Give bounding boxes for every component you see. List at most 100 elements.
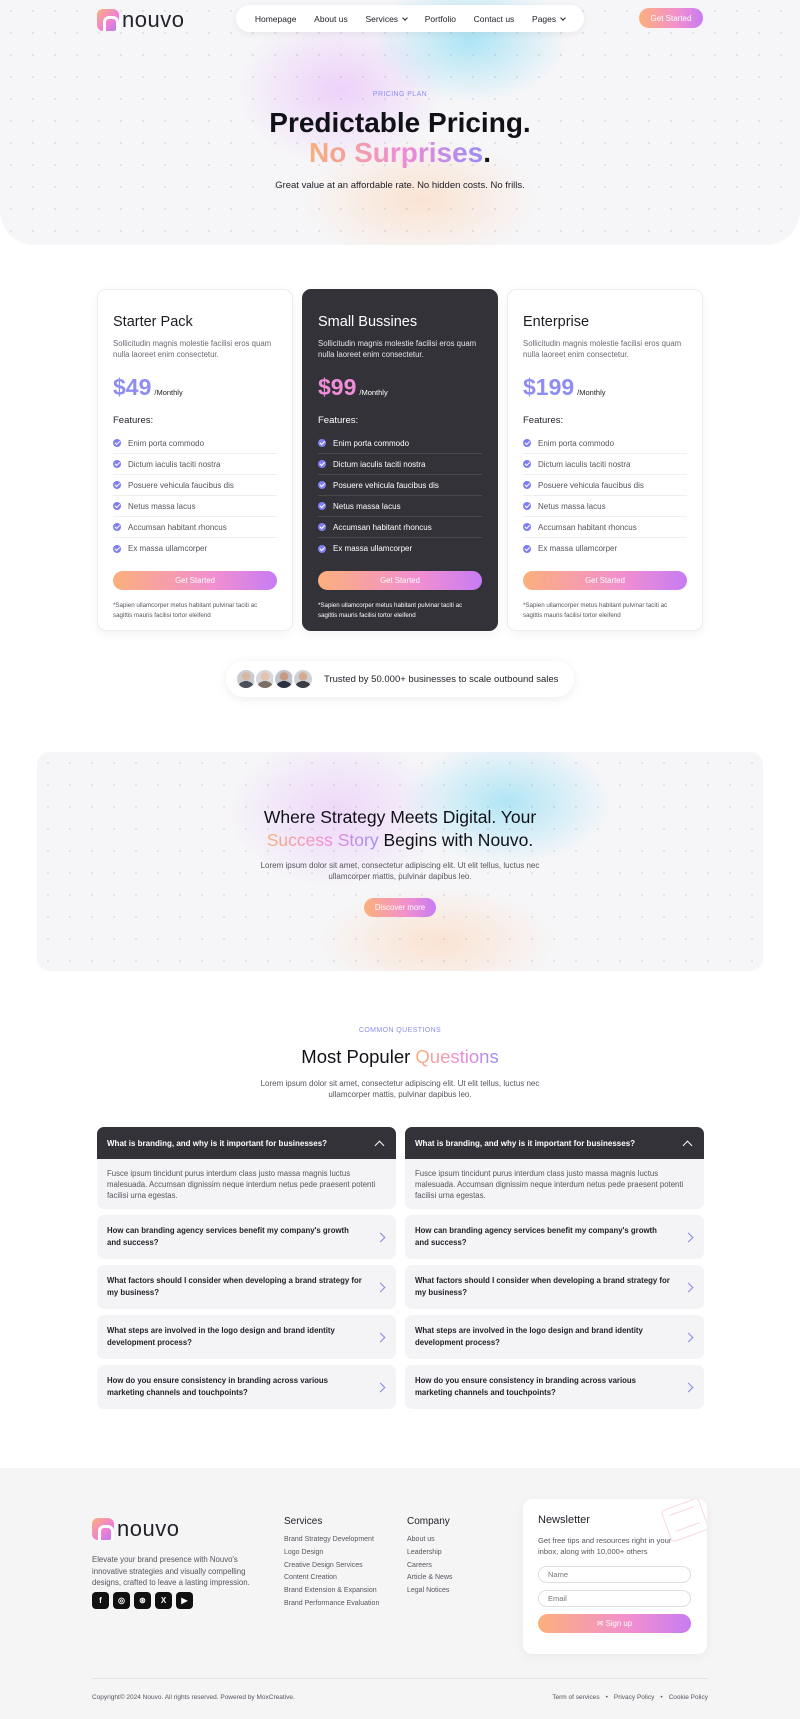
- features-heading: Features:: [113, 415, 154, 426]
- chevron-down-icon: [560, 14, 566, 21]
- dribbble-icon[interactable]: ⊛: [134, 1592, 151, 1609]
- footer-logo[interactable]: nouvo: [92, 1516, 179, 1542]
- feature-item: Posuere vehicula faucibus dis: [113, 475, 277, 496]
- chevron-up-icon: [682, 1140, 693, 1150]
- feature-item: Ex massa ullamcorper: [113, 538, 277, 559]
- faq-item[interactable]: What factors should I consider when deve…: [97, 1265, 396, 1309]
- header-logo[interactable]: nouvo: [97, 7, 184, 33]
- footer-link[interactable]: Brand Strategy Development: [284, 1536, 379, 1549]
- features-heading: Features:: [318, 415, 359, 426]
- footer-link[interactable]: Brand Extension & Expansion: [284, 1587, 379, 1600]
- plan-note: *Sapien ullamcorper metus habitant pulvi…: [523, 602, 668, 619]
- cta-banner: Where Strategy Meets Digital. Your Succe…: [37, 752, 763, 971]
- title-highlight: No Surprises: [308, 137, 484, 168]
- footer-services: Services Brand Strategy Development Logo…: [284, 1516, 379, 1613]
- check-icon: [523, 502, 531, 510]
- feature-item: Ex massa ullamcorper: [318, 538, 482, 559]
- plan-get-started-button[interactable]: Get Started: [318, 571, 482, 590]
- faq-open-question[interactable]: What is branding, and why is it importan…: [97, 1127, 396, 1159]
- email-field[interactable]: [538, 1590, 691, 1607]
- footer-link[interactable]: Creative Design Services: [284, 1562, 379, 1575]
- footer-link[interactable]: Brand Performance Evaluation: [284, 1600, 379, 1613]
- feature-item: Accumsan habitant rhoncus: [318, 517, 482, 538]
- feature-item: Enim porta commodo: [318, 433, 482, 454]
- footer-link[interactable]: Careers: [407, 1562, 453, 1575]
- check-icon: [318, 502, 326, 510]
- legal-links: Term of services • Privacy Policy • Cookie…: [552, 1694, 708, 1701]
- privacy-link[interactable]: Privacy Policy: [614, 1694, 654, 1701]
- footer-link[interactable]: Logo Design: [284, 1549, 379, 1562]
- trust-badge: Trusted by 50.000+ businesses to scale o…: [226, 661, 574, 697]
- faq-item[interactable]: How can branding agency services benefit…: [405, 1215, 704, 1259]
- check-icon: [113, 481, 121, 489]
- price-period: /Monthly: [359, 388, 388, 397]
- facebook-icon[interactable]: f: [92, 1592, 109, 1609]
- chevron-right-icon: [683, 1232, 694, 1242]
- discover-more-button[interactable]: Discover more: [364, 898, 436, 917]
- nav-item-contact[interactable]: Contact us: [474, 14, 515, 24]
- footer-link[interactable]: Leadership: [407, 1549, 453, 1562]
- check-icon: [523, 523, 531, 531]
- price-period: /Monthly: [154, 388, 183, 397]
- plan-description: Sollicitudin magnis molestie facilisi er…: [523, 339, 682, 359]
- social-links: f ◎ ⊛ X ▶: [92, 1592, 193, 1609]
- faq-item[interactable]: How can branding agency services benefit…: [97, 1215, 396, 1259]
- pricing-card-starter: Starter Pack Sollicitudin magnis molesti…: [97, 289, 293, 631]
- instagram-icon[interactable]: ◎: [113, 1592, 130, 1609]
- check-icon: [113, 502, 121, 510]
- faq-item[interactable]: How do you ensure consistency in brandin…: [97, 1365, 396, 1409]
- faq-title-highlight: Questions: [415, 1046, 499, 1067]
- check-icon: [318, 481, 326, 489]
- header-get-started-button[interactable]: Get Started: [639, 8, 703, 28]
- plan-price: $99 /Monthly: [318, 374, 482, 401]
- nav-item-about[interactable]: About us: [314, 14, 348, 24]
- terms-link[interactable]: Term of services: [552, 1694, 599, 1701]
- logo-text: nouvo: [122, 7, 185, 32]
- faq-eyebrow: COMMON QUESTIONS: [358, 1027, 442, 1034]
- newsletter-card: Newsletter Get free tips and resources r…: [523, 1499, 707, 1654]
- faq-open-question[interactable]: What is branding, and why is it importan…: [405, 1127, 704, 1159]
- faq-item[interactable]: What factors should I consider when deve…: [405, 1265, 704, 1309]
- footer-link[interactable]: Content Creation: [284, 1574, 379, 1587]
- faq-subtitle: Lorem ipsum dolor sit amet, consectetur …: [260, 1079, 540, 1099]
- faq-item[interactable]: How do you ensure consistency in brandin…: [405, 1365, 704, 1409]
- cookie-link[interactable]: Cookie Policy: [669, 1694, 708, 1701]
- nav-item-portfolio[interactable]: Portfolio: [425, 14, 456, 24]
- feature-list: Enim porta commodo Dictum iaculis taciti…: [113, 433, 277, 559]
- nav-item-services[interactable]: Services: [365, 14, 408, 24]
- page-title: Predictable Pricing. No Surprises.: [269, 107, 531, 168]
- footer-link[interactable]: Legal Notices: [407, 1587, 453, 1600]
- x-icon[interactable]: X: [155, 1592, 172, 1609]
- plan-get-started-button[interactable]: Get Started: [523, 571, 687, 590]
- features-heading: Features:: [523, 415, 564, 426]
- footer-services-heading: Services: [284, 1516, 323, 1527]
- plan-get-started-button[interactable]: Get Started: [113, 571, 277, 590]
- feature-item: Posuere vehicula faucibus dis: [318, 475, 482, 496]
- copyright: Copyright© 2024 Nouvo. All rights reserv…: [92, 1694, 295, 1701]
- footer-divider: [92, 1678, 708, 1679]
- youtube-icon[interactable]: ▶: [176, 1592, 193, 1609]
- hero-eyebrow: PRICING PLAN: [372, 91, 428, 98]
- footer-about: Elevate your brand presence with Nouvo's…: [92, 1555, 250, 1587]
- chevron-right-icon: [683, 1332, 694, 1342]
- newsletter-text: Get free tips and resources right in you…: [538, 1536, 672, 1556]
- check-icon: [113, 439, 121, 447]
- nav-item-homepage[interactable]: Homepage: [255, 14, 297, 24]
- check-icon: [318, 544, 326, 553]
- footer-link[interactable]: About us: [407, 1536, 453, 1549]
- signup-button[interactable]: ✉ Sign up: [538, 1614, 691, 1633]
- logo-text: nouvo: [117, 1516, 180, 1541]
- pricing-card-small-business: Small Bussines Sollicitudin magnis moles…: [302, 289, 498, 631]
- plan-description: Sollicitudin magnis molestie facilisi er…: [318, 339, 477, 359]
- faq-item[interactable]: What steps are involved in the logo desi…: [405, 1315, 704, 1359]
- check-icon: [318, 460, 326, 468]
- footer-link[interactable]: Article & News: [407, 1574, 453, 1587]
- chevron-down-icon: [402, 14, 408, 21]
- name-field[interactable]: [538, 1566, 691, 1583]
- price-amount: $99: [318, 374, 357, 400]
- faq-column-left: What is branding, and why is it importan…: [97, 1127, 396, 1409]
- plan-price: $199 /Monthly: [523, 374, 687, 401]
- feature-item: Dictum iaculis taciti nostra: [113, 454, 277, 475]
- faq-item[interactable]: What steps are involved in the logo desi…: [97, 1315, 396, 1359]
- nav-item-pages[interactable]: Pages: [532, 14, 566, 24]
